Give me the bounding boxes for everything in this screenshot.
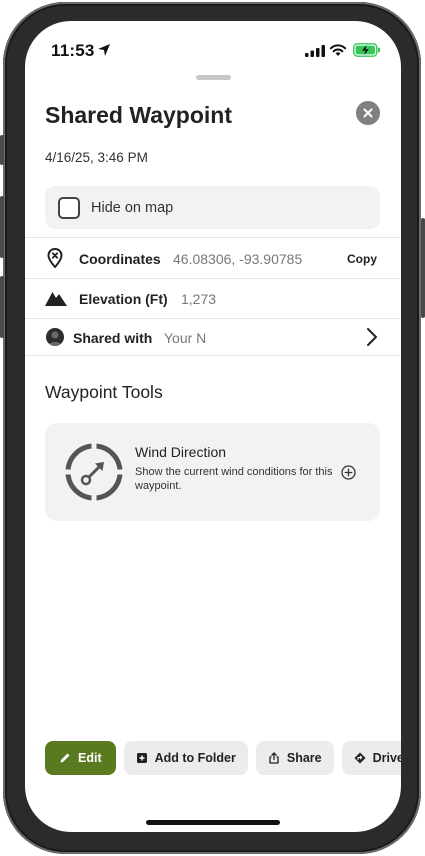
status-bar: 11:53 [25, 21, 401, 71]
pencil-icon [60, 753, 70, 763]
copy-coordinates-button[interactable]: Copy [347, 252, 377, 266]
compass-icon [65, 443, 123, 501]
action-bar: Edit Add to Folder Share Drive [45, 741, 401, 775]
coordinates-value: 46.08306, -93.90785 [173, 251, 303, 267]
tool-card-wind-direction[interactable]: Wind Direction Show the current wind con… [45, 423, 380, 521]
tool-description: Show the current wind conditions for thi… [135, 466, 333, 492]
elevation-value: 1,273 [181, 291, 217, 307]
tool-title: Wind Direction [135, 444, 227, 460]
add-circle-icon[interactable] [341, 465, 356, 480]
edit-button[interactable]: Edit [45, 741, 116, 775]
status-time: 11:53 [51, 41, 95, 60]
coordinates-row: Coordinates 46.08306, -93.90785 Copy [25, 239, 401, 277]
share-button[interactable]: Share [255, 741, 334, 775]
power-button [421, 218, 425, 318]
user-avatar-icon [48, 331, 62, 346]
section-title-waypoint-tools: Waypoint Tools [45, 382, 163, 402]
close-icon [363, 108, 373, 118]
cellular-signal-icon [305, 45, 325, 57]
divider [25, 355, 401, 356]
edit-button-label: Edit [78, 751, 102, 765]
avatar [46, 328, 64, 346]
divider [25, 237, 401, 238]
hide-on-map-label: Hide on map [91, 199, 174, 216]
folder-plus-icon [136, 753, 147, 763]
sheet-title: Shared Waypoint [45, 102, 232, 128]
waypoint-datetime: 4/16/25, 3:46 PM [45, 150, 148, 165]
volume-up-button [0, 196, 4, 258]
drive-button-label: Drive [372, 751, 401, 765]
elevation-label: Elevation (Ft) [79, 291, 168, 307]
home-indicator [146, 820, 280, 825]
phone-screen: 11:53 Shared Waypoint 4/16/25, 3:46 PM H… [25, 21, 401, 832]
shared-with-label: Shared with [73, 330, 153, 346]
location-arrow-icon [98, 44, 110, 56]
chevron-right-icon[interactable] [366, 327, 378, 347]
drive-button[interactable]: Drive [341, 741, 401, 775]
mute-switch [0, 135, 4, 165]
add-to-folder-button-label: Add to Folder [154, 751, 236, 765]
mountain-icon [45, 292, 67, 306]
share-icon [269, 752, 279, 764]
hide-on-map-toggle[interactable]: Hide on map [45, 186, 380, 229]
coordinates-label: Coordinates [79, 251, 161, 267]
shared-with-row[interactable]: Shared with Your N [25, 318, 401, 356]
battery-charging-icon [353, 43, 380, 57]
map-pin-icon [47, 248, 63, 268]
wifi-icon [329, 44, 347, 56]
share-button-label: Share [286, 751, 322, 765]
add-to-folder-button[interactable]: Add to Folder [123, 741, 248, 775]
elevation-row: Elevation (Ft) 1,273 [25, 279, 401, 317]
shared-with-value: Your N [164, 330, 207, 346]
directions-icon [354, 752, 366, 764]
hide-on-map-checkbox[interactable] [58, 196, 80, 219]
close-button[interactable] [356, 101, 380, 125]
sheet-grabber[interactable] [196, 75, 231, 80]
volume-down-button [0, 276, 4, 338]
